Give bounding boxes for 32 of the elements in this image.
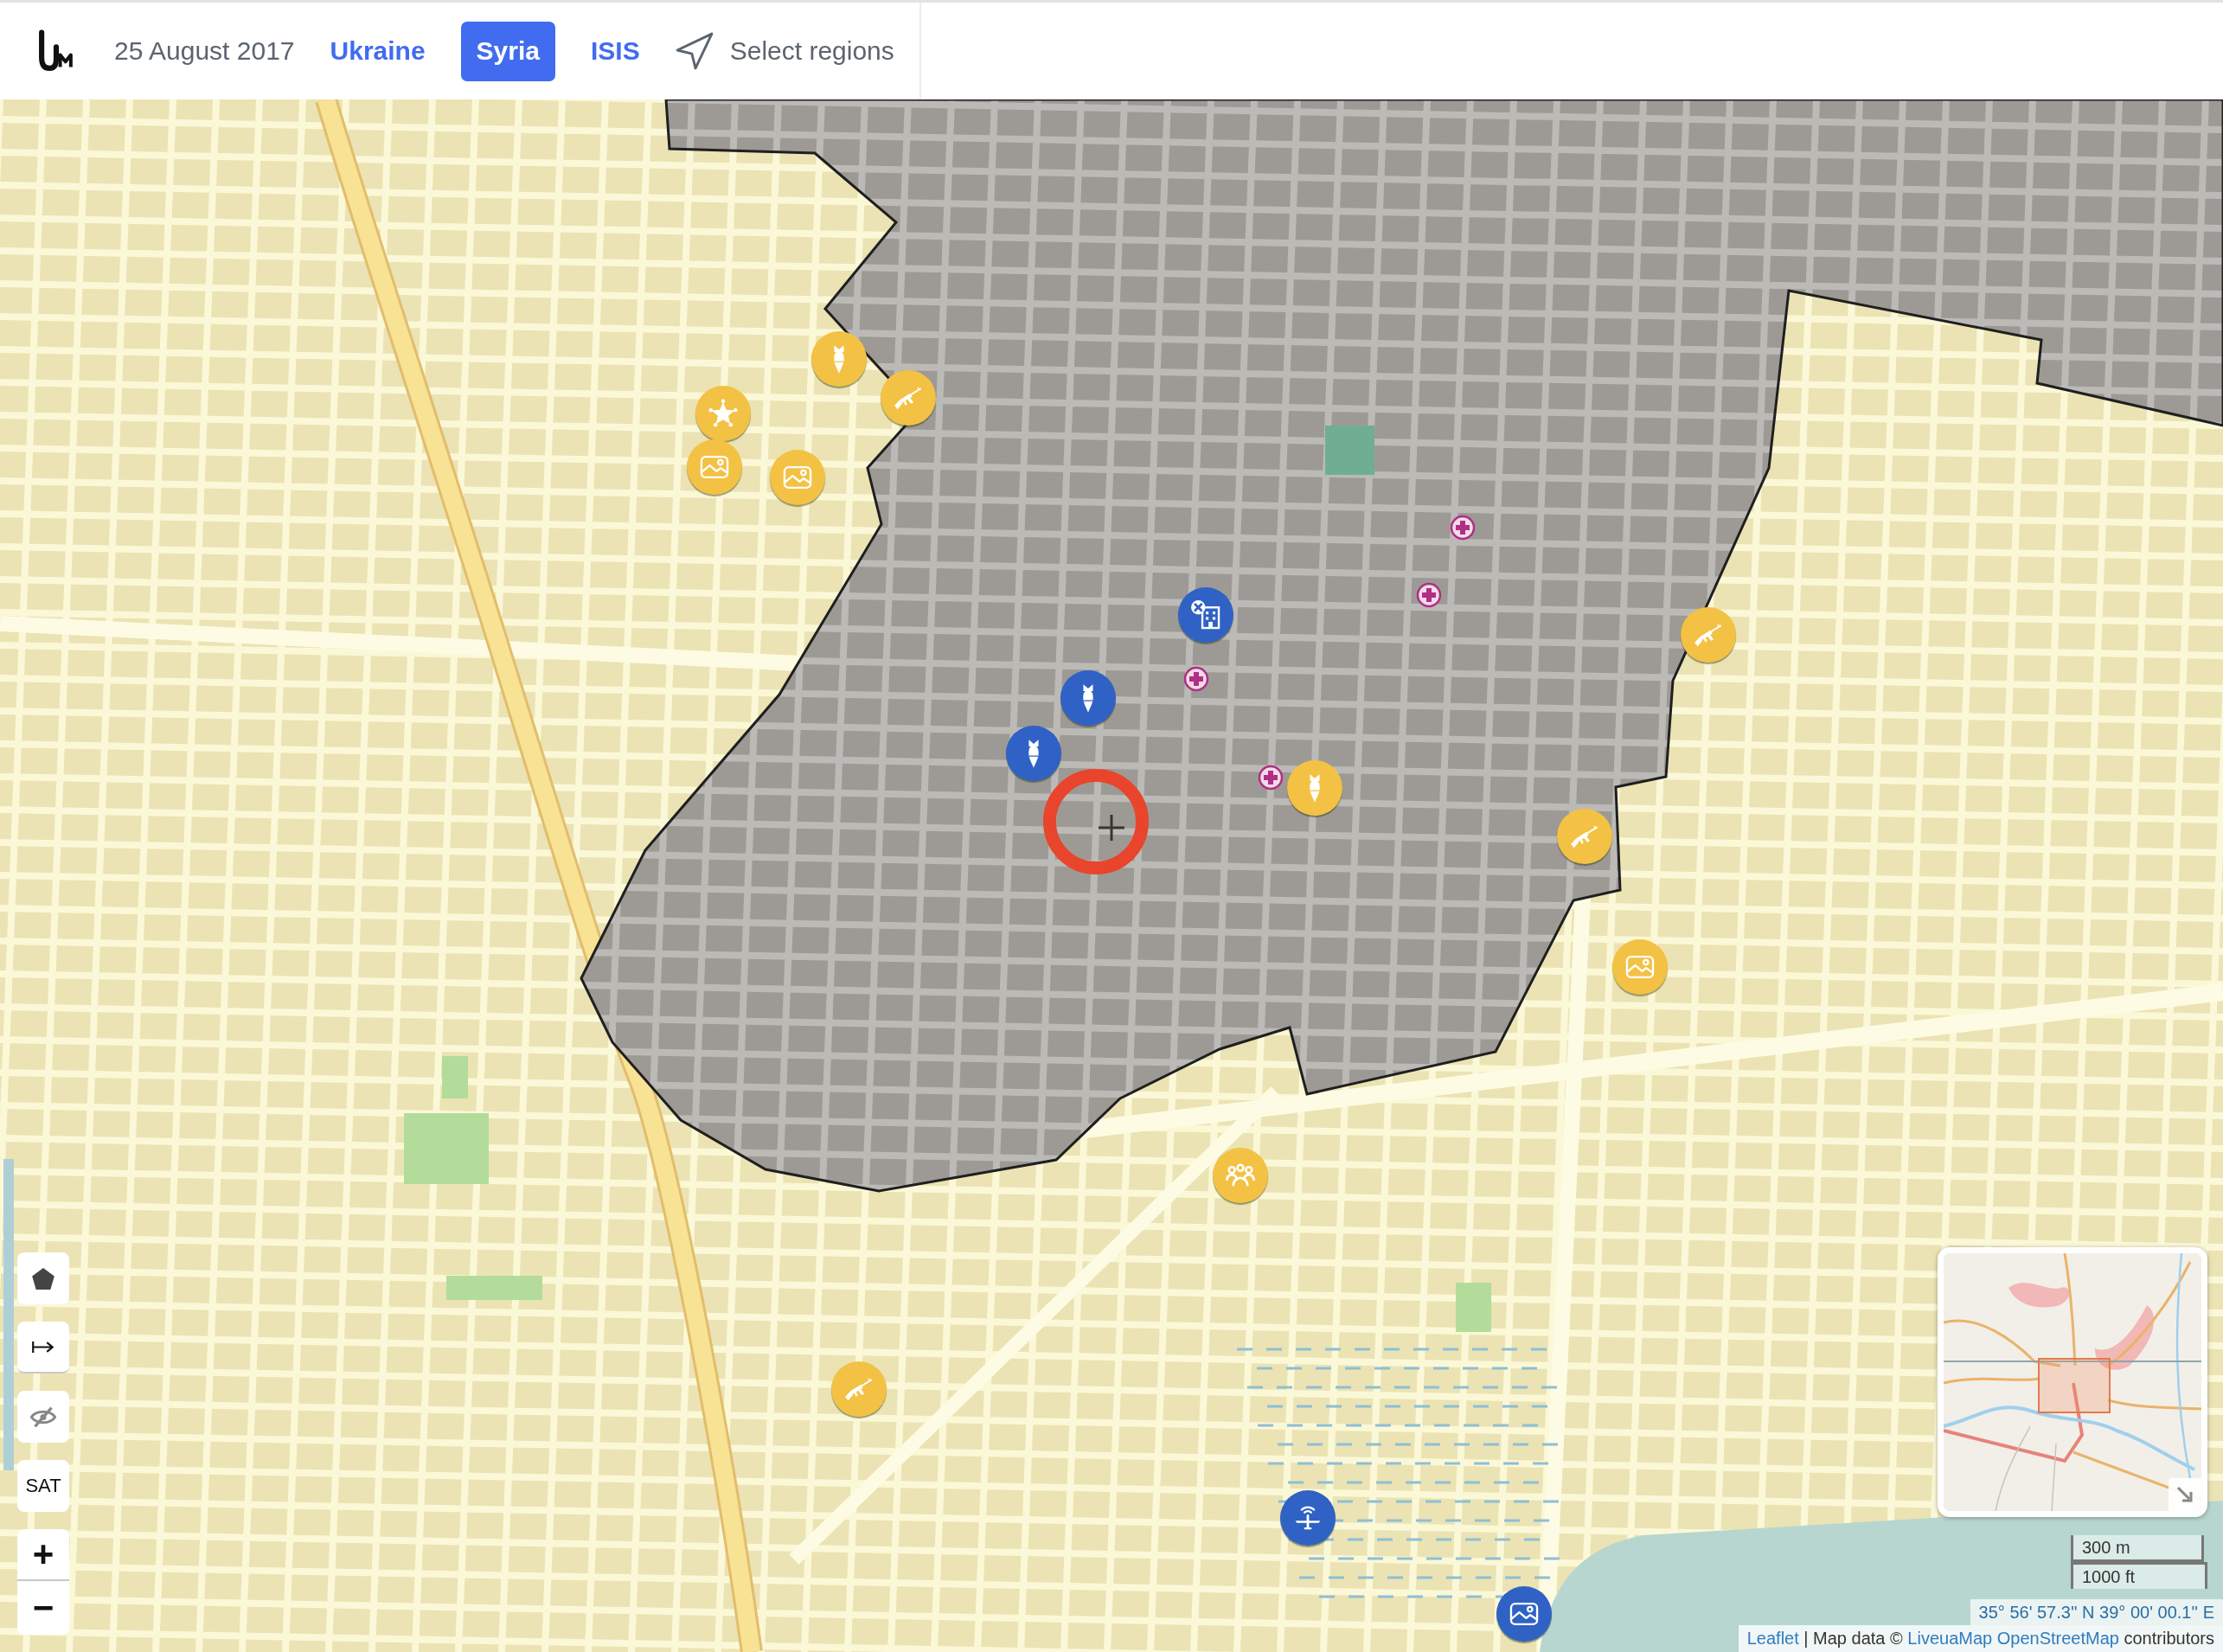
arrow-tool-button[interactable] — [17, 1322, 69, 1373]
region-tab[interactable]: ISIS — [575, 21, 656, 81]
satellite-button[interactable]: SAT — [17, 1460, 69, 1512]
attribution-text: Leaflet | Map data © LiveuaMap OpenStreetMap contributors — [1738, 1625, 2223, 1652]
pentagon-icon — [32, 1267, 54, 1290]
park-area — [442, 1056, 468, 1098]
attribution-link[interactable]: Leaflet — [1746, 1629, 1799, 1648]
park-area — [1456, 1283, 1491, 1332]
crosshair-icon — [1099, 815, 1124, 841]
zoom-out-button[interactable]: − — [17, 1581, 69, 1635]
region-tab[interactable]: Ukraine — [314, 21, 441, 81]
diagonal-arrow-icon — [2176, 1486, 2194, 1503]
region-tab[interactable]: Syria — [460, 21, 555, 81]
navigation-arrow-icon — [675, 32, 714, 70]
arrow-icon — [32, 1340, 54, 1354]
zoom-in-button[interactable]: + — [17, 1529, 69, 1581]
hide-markers-button[interactable] — [17, 1391, 69, 1443]
medical-cross-icon — [1416, 582, 1442, 608]
attribution-link[interactable]: OpenStreetMap — [1996, 1629, 2119, 1648]
eye-slash-icon — [30, 1405, 56, 1428]
date-text: 25 August 2017 — [114, 36, 295, 66]
medical-cross-icon — [1450, 515, 1476, 541]
metric-scale-bar: 300 m — [2071, 1535, 2204, 1562]
imperial-scale-bar: 1000 ft — [2071, 1562, 2207, 1589]
select-regions-button[interactable]: Select regions — [675, 32, 894, 70]
medical-cross-icon — [1258, 765, 1284, 791]
medical-cross-icon — [1183, 666, 1209, 692]
target-ring-icon — [1043, 769, 1149, 874]
polygon-tool-button[interactable] — [17, 1252, 69, 1304]
sports-field-area — [1325, 426, 1374, 475]
coordinates-text: 35° 56' 57.3'' N 39° 00' 00.1'' E — [1970, 1599, 2223, 1625]
attribution-link[interactable]: LiveuaMap — [1907, 1629, 1993, 1648]
